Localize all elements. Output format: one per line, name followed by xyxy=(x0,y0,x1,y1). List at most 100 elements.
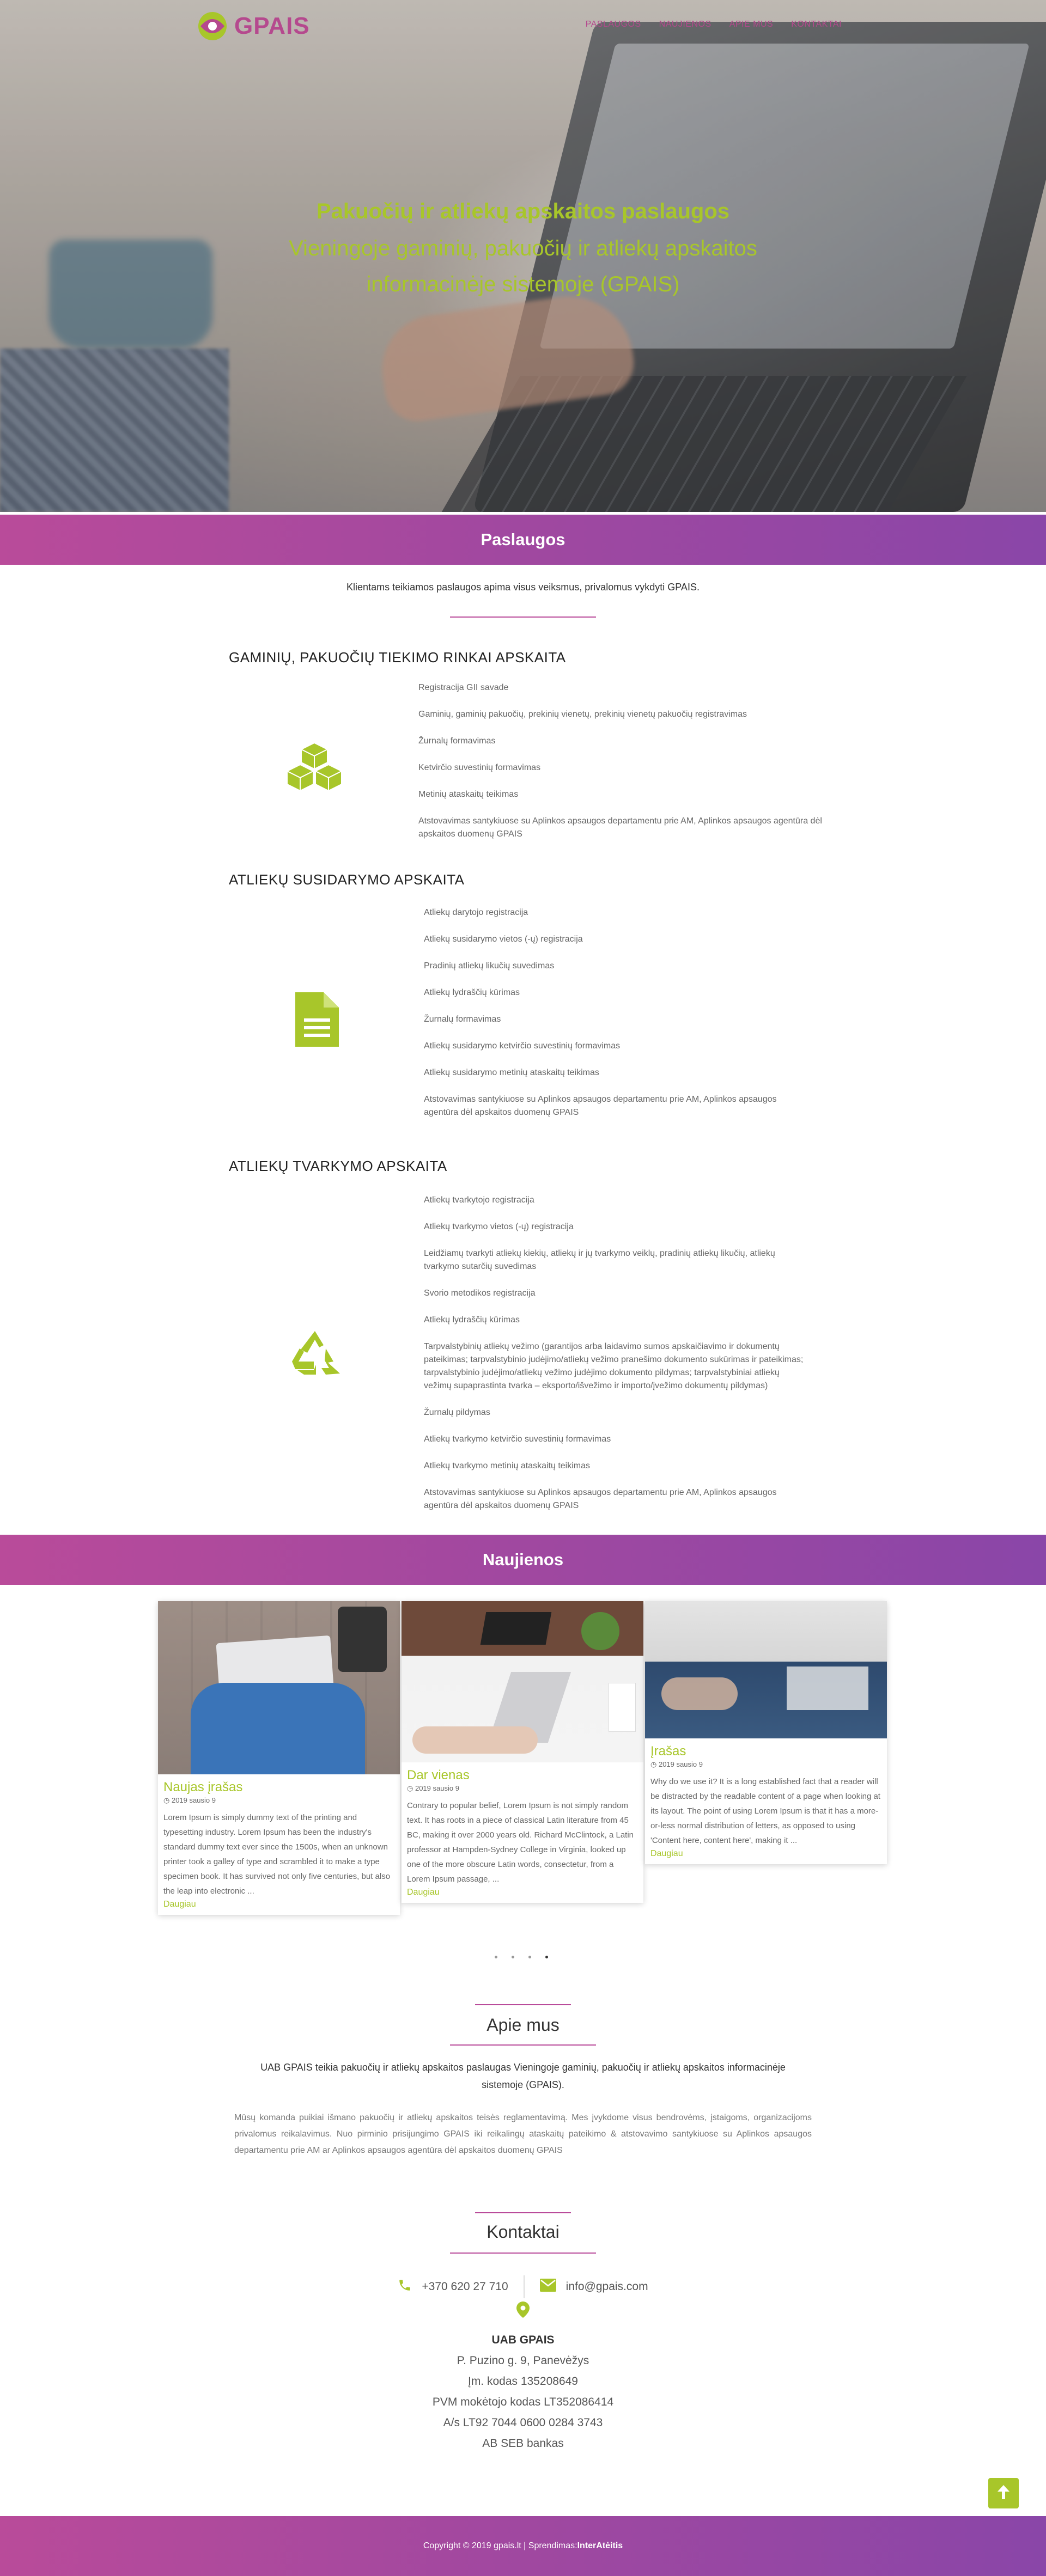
news-card-more-link[interactable]: Daugiau xyxy=(650,1849,881,1859)
hero-subtitle-line-2: informacinėje sistemoje (GPAIS) xyxy=(366,272,680,296)
clock-icon: ◷ xyxy=(163,1796,170,1804)
document-icon xyxy=(293,992,339,1049)
news-card-excerpt: Lorem Ipsum is simply dummy text of the … xyxy=(163,1813,391,1896)
news-card-title[interactable]: Įrašas xyxy=(650,1744,881,1759)
cubes-icon xyxy=(282,741,347,798)
news-card-date: ◷ 2019 sausio 9 xyxy=(650,1760,703,1768)
contact-row: +370 620 27 710 info@gpais.com xyxy=(0,2275,1046,2298)
news-card-more-link[interactable]: Daugiau xyxy=(407,1888,638,1897)
clock-icon: ◷ xyxy=(650,1760,657,1768)
nav-link-paslaugos[interactable]: PASLAUGOS xyxy=(586,20,641,29)
news-card[interactable]: Įrašas ◷ 2019 sausio 9 Why do we use it?… xyxy=(645,1601,887,1864)
contacts-divider-bottom xyxy=(450,2253,596,2254)
scroll-to-top-button[interactable] xyxy=(988,2478,1019,2508)
news-heading: Naujienos xyxy=(482,1550,564,1569)
list-item: Atliekų lydraščių kūrimas xyxy=(424,988,520,997)
carousel-dots xyxy=(495,1956,548,1958)
news-card-excerpt: Why do we use it? It is a long establish… xyxy=(650,1777,880,1845)
bank-account: A/s LT92 7044 0600 0284 3743 xyxy=(443,2416,603,2429)
bank-name: AB SEB bankas xyxy=(482,2437,564,2450)
hero-section: GPAIS PASLAUGOS NAUJIENOS APIE MUS KONTA… xyxy=(0,0,1046,512)
contact-email[interactable]: info@gpais.com xyxy=(525,2279,664,2295)
contact-phone[interactable]: +370 620 27 710 xyxy=(382,2278,523,2296)
phone-icon xyxy=(398,2278,412,2296)
list-item: Atliekų tvarkymo vietos (-ų) registracij… xyxy=(424,1222,574,1231)
list-item: Svorio metodikos registracija xyxy=(424,1289,536,1298)
news-card-more-link[interactable]: Daugiau xyxy=(163,1900,394,1909)
news-card-date: ◷ 2019 sausio 9 xyxy=(407,1784,459,1792)
list-item: Atstovavimas santykiuose su Aplinkos aps… xyxy=(418,816,822,839)
news-card[interactable]: Dar vienas ◷ 2019 sausio 9 Contrary to p… xyxy=(402,1601,643,1903)
main-nav: PASLAUGOS NAUJIENOS APIE MUS KONTAKTAI xyxy=(586,20,842,29)
arrow-up-icon xyxy=(998,2485,1009,2502)
list-item: Gaminių, gaminių pakuočių, prekinių vien… xyxy=(418,710,747,719)
service-group-title: GAMINIŲ, PAKUOČIŲ TIEKIMO RINKAI APSKAIT… xyxy=(229,649,566,666)
contacts-heading: Kontaktai xyxy=(486,2222,560,2242)
news-card[interactable]: Naujas įrašas ◷ 2019 sausio 9 Lorem Ipsu… xyxy=(158,1601,400,1915)
news-card-image xyxy=(158,1601,400,1774)
carousel-dot[interactable] xyxy=(528,1956,531,1958)
nav-link-kontaktai[interactable]: KONTAKTAI xyxy=(791,20,842,29)
news-card-date: ◷ 2019 sausio 9 xyxy=(163,1796,216,1804)
nav-link-naujienos[interactable]: NAUJIENOS xyxy=(659,20,711,29)
list-item: Žurnalų formavimas xyxy=(424,1015,501,1024)
news-card-title[interactable]: Naujas įrašas xyxy=(163,1780,394,1795)
hero-subtitle-line-1: Vieningoje gaminių, pakuočių ir atliekų … xyxy=(289,236,757,260)
footer-copyright: Copyright © 2019 gpais.lt | Sprendimas: xyxy=(423,2541,577,2550)
list-item: Tarpvalstybinių atliekų vežimo (garantij… xyxy=(424,1342,804,1390)
company-name: UAB GPAIS xyxy=(491,2334,555,2346)
company-address-block: UAB GPAIS P. Puzino g. 9, Panevėžys Įm. … xyxy=(0,2330,1046,2454)
list-item: Atliekų susidarymo ketvirčio suvestinių … xyxy=(424,1041,621,1051)
company-code: Įm. kodas 135208649 xyxy=(468,2375,578,2388)
logo-text: GPAIS xyxy=(234,13,310,39)
service-group-title: ATLIEKŲ TVARKYMO APSKAITA xyxy=(229,1158,447,1174)
list-item: Atliekų darytojo registracija xyxy=(424,908,528,917)
service-group-list: Registracija GII savade Gaminių, gaminių… xyxy=(418,681,832,854)
envelope-icon xyxy=(539,2279,556,2295)
list-item: Žurnalų formavimas xyxy=(418,736,496,746)
list-item: Atliekų tvarkymo ketvirčio suvestinių fo… xyxy=(424,1434,611,1444)
about-lead: UAB GPAIS teikia pakuočių ir atliekų aps… xyxy=(260,2062,786,2090)
service-group-list: Atliekų tvarkytojo registracija Atliekų … xyxy=(424,1194,805,1526)
navbar: GPAIS PASLAUGOS NAUJIENOS APIE MUS KONTA… xyxy=(0,0,1046,52)
carousel-dot[interactable] xyxy=(495,1956,497,1958)
email-address[interactable]: info@gpais.com xyxy=(566,2280,648,2293)
carousel-dot-active[interactable] xyxy=(545,1956,548,1958)
nav-link-apie-mus[interactable]: APIE MUS xyxy=(729,20,773,29)
hero-title: Pakuočių ir atliekų apskaitos paslaugos xyxy=(316,199,730,223)
services-divider xyxy=(450,616,596,618)
news-card-excerpt: Contrary to popular belief, Lorem Ipsum … xyxy=(407,1801,634,1884)
company-address: P. Puzino g. 9, Panevėžys xyxy=(457,2354,589,2367)
location-pin-icon xyxy=(516,2302,530,2321)
carousel-dot[interactable] xyxy=(512,1956,514,1958)
list-item: Atliekų lydraščių kūrimas xyxy=(424,1315,520,1324)
recycle-icon xyxy=(288,1329,342,1384)
phone-number[interactable]: +370 620 27 710 xyxy=(422,2280,508,2293)
news-header-band: Naujienos xyxy=(0,1535,1046,1585)
list-item: Leidžiamų tvarkyti atliekų kiekių, atlie… xyxy=(424,1249,775,1271)
list-item: Atliekų susidarymo metinių ataskaitų tei… xyxy=(424,1068,599,1077)
services-heading: Paslaugos xyxy=(481,530,565,549)
footer: Copyright © 2019 gpais.lt | Sprendimas: … xyxy=(0,2516,1046,2576)
list-item: Atliekų tvarkytojo registracija xyxy=(424,1195,534,1205)
list-item: Atstovavimas santykiuose su Aplinkos aps… xyxy=(424,1488,777,1510)
list-item: Metinių ataskaitų teikimas xyxy=(418,790,519,799)
list-item: Žurnalų pildymas xyxy=(424,1408,490,1417)
footer-credit-link[interactable]: InterAtėitis xyxy=(577,2541,623,2551)
service-group-list: Atliekų darytojo registracija Atliekų su… xyxy=(424,906,805,1133)
service-group-title: ATLIEKŲ SUSIDARYMO APSKAITA xyxy=(229,871,465,888)
hero-text: Pakuočių ir atliekų apskaitos paslaugos … xyxy=(0,199,1046,302)
about-heading: Apie mus xyxy=(486,2015,560,2035)
list-item: Ketvirčio suvestinių formavimas xyxy=(418,763,541,772)
services-intro: Klientams teikiamos paslaugos apima visu… xyxy=(346,582,700,593)
logo-mark-icon xyxy=(195,9,230,44)
news-card-title[interactable]: Dar vienas xyxy=(407,1768,638,1783)
logo[interactable]: GPAIS xyxy=(195,10,310,42)
list-item: Registracija GII savade xyxy=(418,683,509,692)
list-item: Atliekų tvarkymo metinių ataskaitų teiki… xyxy=(424,1461,590,1470)
list-item: Pradinių atliekų likučių suvedimas xyxy=(424,961,555,970)
services-header-band: Paslaugos xyxy=(0,515,1046,565)
news-card-image xyxy=(645,1601,887,1738)
about-body: Mūsų komanda puikiai išmano pakuočių ir … xyxy=(234,2113,812,2155)
clock-icon: ◷ xyxy=(407,1784,413,1792)
